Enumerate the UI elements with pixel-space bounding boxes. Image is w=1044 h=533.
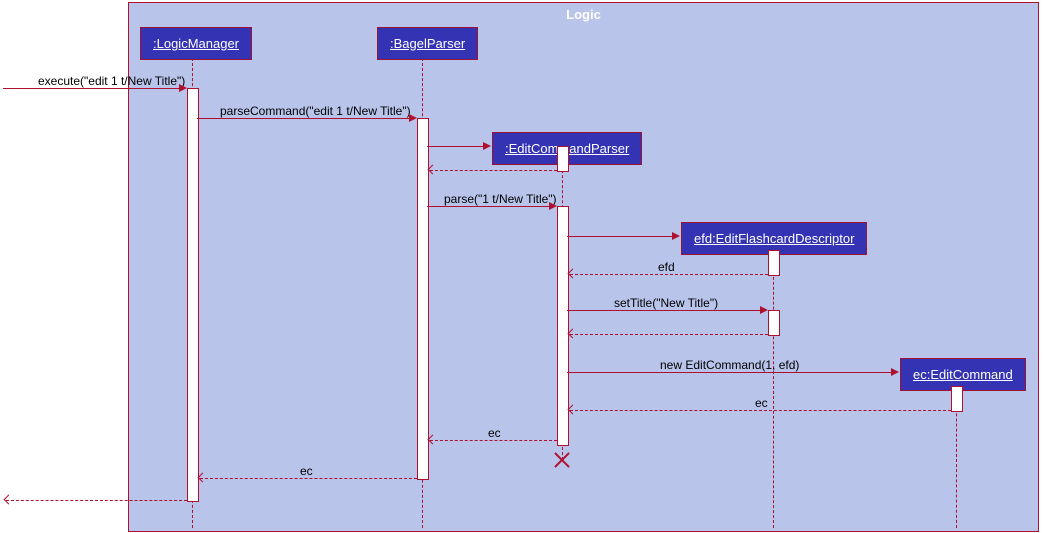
activation-bagelparser <box>417 118 429 480</box>
arrow-icon <box>409 114 417 122</box>
msg-execute: execute("edit 1 t/New Title") <box>38 74 185 88</box>
arrow-icon <box>672 232 680 240</box>
destroy-icon <box>554 452 570 468</box>
arrow-icon <box>483 142 491 150</box>
msg-return-ec-2: ec <box>488 426 501 440</box>
arrow-icon <box>760 306 768 314</box>
arrow-icon <box>549 202 557 210</box>
frame-title: Logic <box>566 7 601 22</box>
logic-frame: Logic <box>128 2 1039 532</box>
arrow-icon <box>179 84 187 92</box>
msg-return-ec-1: ec <box>755 396 768 410</box>
participant-logicmanager: :LogicManager <box>140 27 252 60</box>
activation-efd-2 <box>768 310 780 336</box>
arrow-icon <box>891 368 899 376</box>
msg-return-efd: efd <box>658 260 675 274</box>
msg-new-editcommand: new EditCommand(1, efd) <box>660 358 799 372</box>
msg-parsecommand: parseCommand("edit 1 t/New Title") <box>220 104 411 118</box>
msg-settitle: setTitle("New Title") <box>614 296 718 310</box>
lifeline-editflashcarddescriptor <box>773 252 774 528</box>
activation-logicmanager <box>187 88 199 502</box>
activation-editcommandparser-1 <box>557 146 569 172</box>
activation-ec <box>951 386 963 412</box>
msg-parse: parse("1 t/New Title") <box>444 192 557 206</box>
activation-efd-1 <box>768 250 780 276</box>
participant-bagelparser: :BagelParser <box>377 27 478 60</box>
sequence-diagram: Logic :LogicManager :BagelParser :EditCo… <box>0 0 1044 533</box>
arrow-icon <box>4 495 14 505</box>
msg-return-ec-3: ec <box>300 464 313 478</box>
